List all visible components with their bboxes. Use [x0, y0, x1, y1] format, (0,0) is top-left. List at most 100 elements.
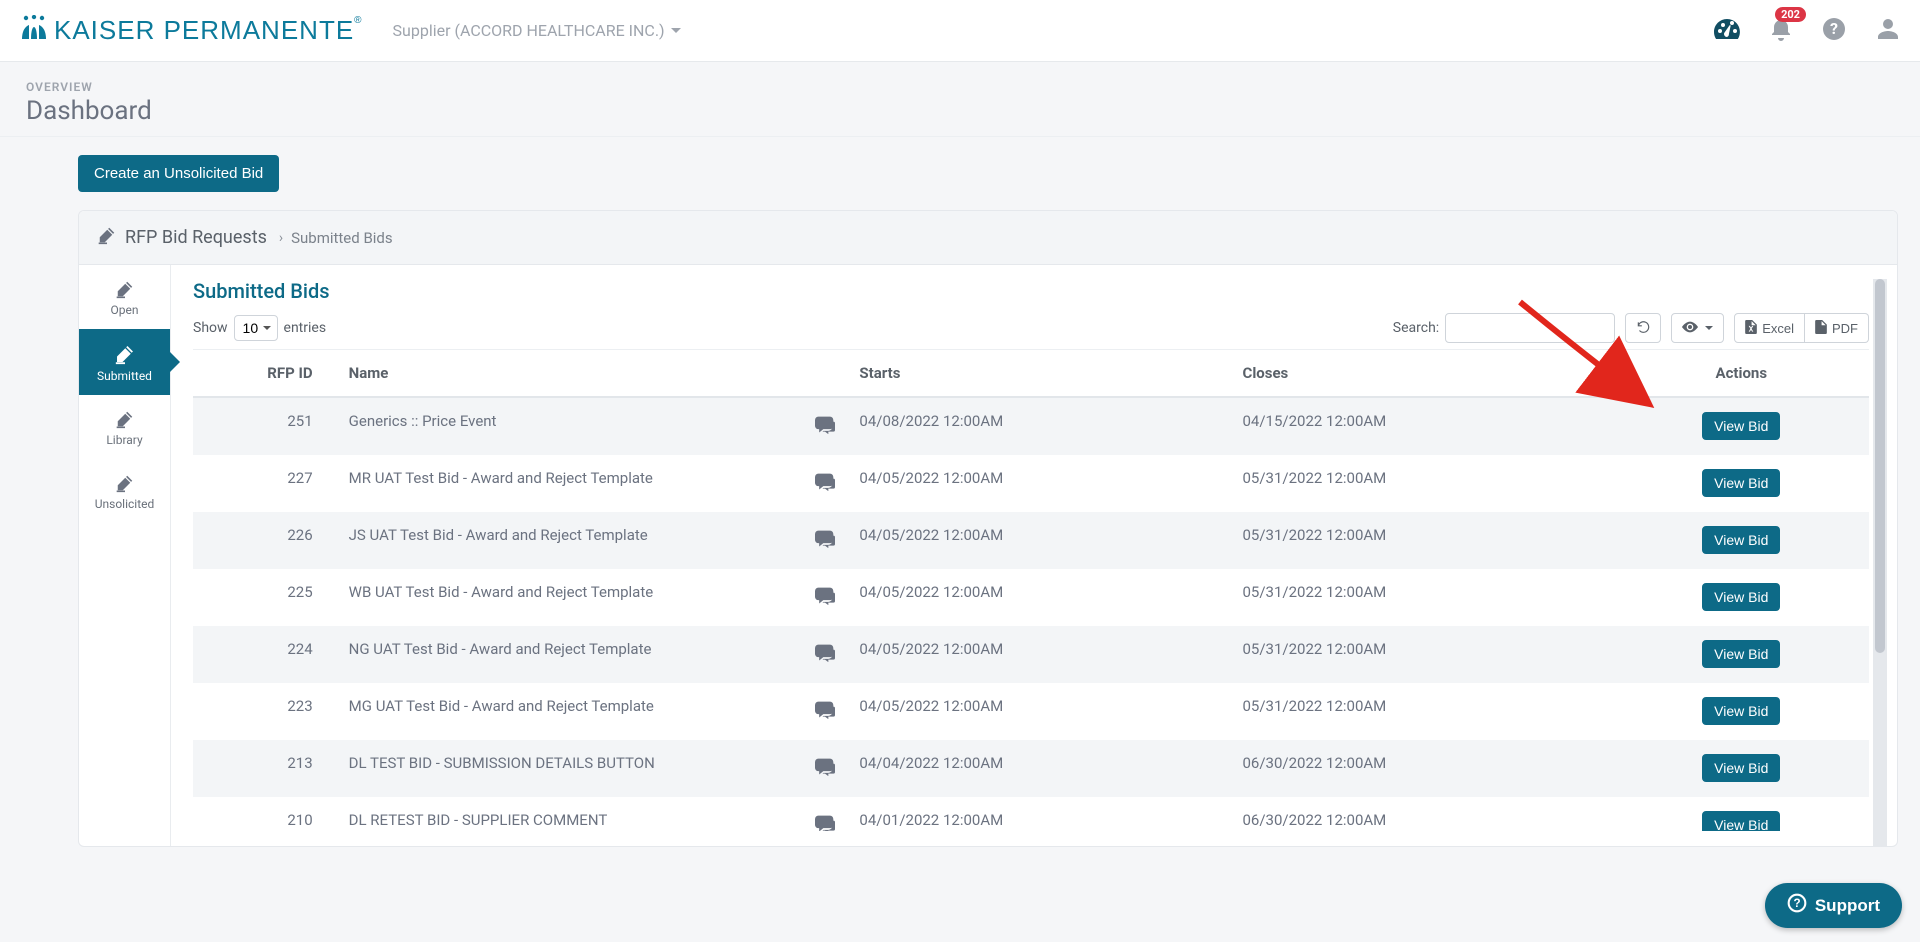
cell-actions: View Bid	[1614, 740, 1869, 797]
comments-icon[interactable]	[815, 758, 835, 780]
help-icon[interactable]: ?	[1822, 17, 1846, 45]
cell-closes: 05/31/2022 12:00AM	[1231, 569, 1614, 626]
cell-name: DL TEST BID - SUBMISSION DETAILS BUTTON	[337, 740, 848, 797]
page-title: Dashboard	[26, 96, 1894, 126]
cell-starts: 04/05/2022 12:00AM	[847, 512, 1230, 569]
cell-name: JS UAT Test Bid - Award and Reject Templ…	[337, 512, 848, 569]
view-bid-button[interactable]: View Bid	[1702, 583, 1780, 611]
tab-library[interactable]: Library	[79, 395, 170, 459]
breadcrumb-root[interactable]: RFP Bid Requests	[125, 227, 267, 248]
eye-icon	[1682, 321, 1698, 336]
table-row: 224NG UAT Test Bid - Award and Reject Te…	[193, 626, 1869, 683]
cell-rfp-id: 210	[193, 797, 337, 846]
view-bid-button[interactable]: View Bid	[1702, 526, 1780, 554]
section-title: Submitted Bids	[193, 279, 1869, 303]
dashboard-gauge-icon[interactable]	[1714, 19, 1740, 43]
tab-unsolicited-label: Unsolicited	[95, 497, 155, 511]
reset-filters-button[interactable]	[1625, 313, 1661, 343]
tab-submitted[interactable]: Submitted	[79, 329, 170, 395]
rfp-panel: RFP Bid Requests › Submitted Bids Open S…	[78, 210, 1898, 847]
view-bid-button[interactable]: View Bid	[1702, 469, 1780, 497]
tab-unsolicited[interactable]: Unsolicited	[79, 459, 170, 523]
chevron-down-icon	[671, 28, 681, 33]
cell-starts: 04/05/2022 12:00AM	[847, 569, 1230, 626]
gavel-icon	[97, 225, 117, 250]
export-excel-label: Excel	[1762, 321, 1794, 336]
brand-logo[interactable]: KAISER PERMANENTE®	[20, 15, 363, 46]
page-size-select[interactable]: 10	[234, 315, 278, 341]
col-actions: Actions	[1614, 350, 1869, 398]
column-visibility-button[interactable]	[1671, 313, 1724, 343]
excel-file-icon	[1745, 320, 1757, 337]
col-rfp-id[interactable]: RFP ID	[193, 350, 337, 398]
view-bid-button[interactable]: View Bid	[1702, 640, 1780, 668]
cell-closes: 06/30/2022 12:00AM	[1231, 797, 1614, 846]
help-circle-icon: ?	[1787, 893, 1807, 918]
table-row: 210DL RETEST BID - SUPPLIER COMMENT04/01…	[193, 797, 1869, 846]
table-row: 213DL TEST BID - SUBMISSION DETAILS BUTT…	[193, 740, 1869, 797]
tab-submitted-label: Submitted	[97, 369, 152, 383]
notification-count-badge: 202	[1775, 7, 1806, 22]
page-size-control: Show 10 entries	[193, 315, 326, 341]
comments-icon[interactable]	[815, 815, 835, 831]
create-unsolicited-bid-button[interactable]: Create an Unsolicited Bid	[78, 155, 279, 192]
cell-name: Generics :: Price Event	[337, 397, 848, 455]
tab-open[interactable]: Open	[79, 265, 170, 329]
bids-table: RFP ID Name Starts Closes Actions 251Gen…	[193, 349, 1869, 846]
panel-breadcrumb: RFP Bid Requests › Submitted Bids	[79, 211, 1897, 265]
cell-rfp-id: 213	[193, 740, 337, 797]
comments-icon[interactable]	[815, 644, 835, 666]
cell-rfp-id: 224	[193, 626, 337, 683]
view-bid-button[interactable]: View Bid	[1702, 811, 1780, 831]
table-row: 227MR UAT Test Bid - Award and Reject Te…	[193, 455, 1869, 512]
comments-icon[interactable]	[815, 530, 835, 552]
cell-rfp-id: 225	[193, 569, 337, 626]
breadcrumb-separator: ›	[279, 230, 283, 246]
vertical-scrollbar[interactable]	[1873, 279, 1887, 846]
side-tabs: Open Submitted Library Unsolicited	[79, 265, 171, 846]
tab-open-label: Open	[111, 303, 139, 317]
col-closes[interactable]: Closes	[1231, 350, 1614, 398]
view-bid-button[interactable]: View Bid	[1702, 754, 1780, 782]
supplier-switcher[interactable]: Supplier (ACCORD HEALTHCARE INC.)	[393, 21, 681, 40]
search-input[interactable]	[1445, 313, 1615, 343]
cell-rfp-id: 227	[193, 455, 337, 512]
comments-icon[interactable]	[815, 473, 835, 495]
chevron-down-icon	[1705, 326, 1713, 330]
supplier-label: Supplier (ACCORD HEALTHCARE INC.)	[393, 21, 665, 40]
tab-library-label: Library	[106, 433, 142, 447]
comments-icon[interactable]	[815, 587, 835, 609]
support-button[interactable]: ? Support	[1765, 883, 1902, 928]
cell-starts: 04/05/2022 12:00AM	[847, 626, 1230, 683]
cell-name: DL RETEST BID - SUPPLIER COMMENT	[337, 797, 848, 846]
cell-actions: View Bid	[1614, 569, 1869, 626]
show-label: Show	[193, 320, 228, 336]
search-label: Search:	[1393, 320, 1439, 336]
col-starts[interactable]: Starts	[847, 350, 1230, 398]
pdf-file-icon	[1815, 320, 1827, 337]
brand-mark-icon	[20, 15, 48, 39]
cell-closes: 05/31/2022 12:00AM	[1231, 455, 1614, 512]
cell-rfp-id: 223	[193, 683, 337, 740]
notifications-bell-icon[interactable]: 202	[1770, 17, 1792, 45]
cell-actions: View Bid	[1614, 455, 1869, 512]
col-name[interactable]: Name	[337, 350, 848, 398]
comments-icon[interactable]	[815, 416, 835, 438]
cell-name: MG UAT Test Bid - Award and Reject Templ…	[337, 683, 848, 740]
view-bid-button[interactable]: View Bid	[1702, 412, 1780, 440]
cell-rfp-id: 251	[193, 397, 337, 455]
cell-closes: 05/31/2022 12:00AM	[1231, 626, 1614, 683]
export-excel-button[interactable]: Excel	[1734, 313, 1805, 343]
scrollbar-thumb[interactable]	[1875, 279, 1885, 653]
cell-starts: 04/05/2022 12:00AM	[847, 683, 1230, 740]
user-profile-icon[interactable]	[1876, 17, 1900, 45]
entries-label: entries	[284, 320, 327, 336]
view-bid-button[interactable]: View Bid	[1702, 697, 1780, 725]
export-pdf-button[interactable]: PDF	[1805, 313, 1869, 343]
cell-name: WB UAT Test Bid - Award and Reject Templ…	[337, 569, 848, 626]
brand-text: KAISER PERMANENTE®	[54, 15, 363, 46]
comments-icon[interactable]	[815, 701, 835, 723]
svg-text:?: ?	[1793, 897, 1800, 910]
cell-starts: 04/05/2022 12:00AM	[847, 455, 1230, 512]
cell-closes: 04/15/2022 12:00AM	[1231, 397, 1614, 455]
